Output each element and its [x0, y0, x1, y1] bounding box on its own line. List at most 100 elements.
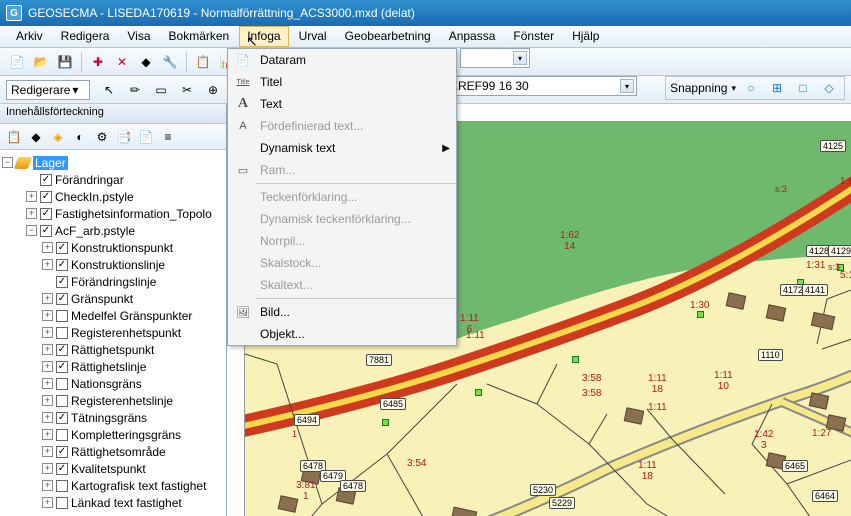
- edit-tool-icon[interactable]: ✏: [124, 79, 146, 101]
- layer-checkbox[interactable]: [56, 446, 68, 458]
- menu-item[interactable]: AText: [228, 93, 456, 115]
- menu-fönster[interactable]: Fönster: [505, 26, 562, 47]
- scale-combo[interactable]: ▾: [460, 48, 530, 68]
- tree-item[interactable]: +Konstruktionslinje: [2, 256, 224, 273]
- expand-icon[interactable]: +: [26, 208, 37, 219]
- edit-tool-icon[interactable]: ⊕: [202, 79, 224, 101]
- menu-bokmärken[interactable]: Bokmärken: [161, 26, 238, 47]
- menu-arkiv[interactable]: Arkiv: [8, 26, 51, 47]
- layer-checkbox[interactable]: [56, 497, 68, 509]
- tool-icon[interactable]: 🔧: [159, 51, 181, 73]
- menu-anpassa[interactable]: Anpassa: [441, 26, 504, 47]
- tree-item[interactable]: +Gränspunkt: [2, 290, 224, 307]
- tree-item[interactable]: +Rättighetsområde: [2, 443, 224, 460]
- editor-dropdown[interactable]: Redigerare ▾: [6, 80, 90, 100]
- layer-checkbox[interactable]: [56, 412, 68, 424]
- tree-item[interactable]: Förändringslinje: [2, 273, 224, 290]
- layer-checkbox[interactable]: [56, 344, 68, 356]
- tool-icon[interactable]: ✚: [87, 51, 109, 73]
- expand-icon[interactable]: +: [42, 242, 53, 253]
- menu-visa[interactable]: Visa: [119, 26, 158, 47]
- menu-item[interactable]: TitleTitel: [228, 71, 456, 93]
- layer-checkbox[interactable]: [56, 361, 68, 373]
- menu-redigera[interactable]: Redigera: [53, 26, 118, 47]
- layer-checkbox[interactable]: [40, 225, 52, 237]
- snap-point-icon[interactable]: ○: [740, 77, 762, 99]
- snap-vertex-icon[interactable]: ◇: [818, 77, 840, 99]
- edit-tool-icon[interactable]: ▭: [150, 79, 172, 101]
- list-by-source-icon[interactable]: ◆: [26, 127, 46, 147]
- list-by-drawing-icon[interactable]: 📋: [4, 127, 24, 147]
- layer-tree[interactable]: −LagerFörändringar+CheckIn.pstyle+Fastig…: [0, 150, 226, 516]
- tree-item[interactable]: −AcF_arb.pstyle: [2, 222, 224, 239]
- expand-icon[interactable]: +: [42, 412, 53, 423]
- expand-icon[interactable]: +: [42, 378, 53, 389]
- tree-item[interactable]: +Medelfel Gränspunkter: [2, 307, 224, 324]
- layer-checkbox[interactable]: [56, 378, 68, 390]
- open-icon[interactable]: 📂: [30, 51, 52, 73]
- tree-item[interactable]: +Kompletteringsgräns: [2, 426, 224, 443]
- tree-item[interactable]: +Rättighetspunkt: [2, 341, 224, 358]
- layer-checkbox[interactable]: [56, 429, 68, 441]
- list-by-selection-icon[interactable]: ◐: [70, 127, 90, 147]
- tree-item[interactable]: +Fastighetsinformation_Topolo: [2, 205, 224, 222]
- tree-item[interactable]: +CheckIn.pstyle: [2, 188, 224, 205]
- layer-checkbox[interactable]: [40, 174, 52, 186]
- edit-tool-icon[interactable]: ✂: [176, 79, 198, 101]
- snap-grid-icon[interactable]: ⊞: [766, 77, 788, 99]
- tree-item[interactable]: Förändringar: [2, 171, 224, 188]
- layer-checkbox[interactable]: [56, 293, 68, 305]
- list-by-visibility-icon[interactable]: ◈: [48, 127, 68, 147]
- toc-btn-icon[interactable]: ≡: [158, 127, 178, 147]
- expand-icon[interactable]: +: [42, 344, 53, 355]
- layer-checkbox[interactable]: [56, 480, 68, 492]
- menu-hjälp[interactable]: Hjälp: [564, 26, 607, 47]
- expand-icon[interactable]: +: [42, 463, 53, 474]
- expand-icon[interactable]: +: [42, 327, 53, 338]
- layer-checkbox[interactable]: [40, 208, 52, 220]
- menu-item[interactable]: 📄Dataram: [228, 49, 456, 71]
- menu-item[interactable]: Dynamisk text▶: [228, 137, 456, 159]
- save-icon[interactable]: 💾: [54, 51, 76, 73]
- tree-root[interactable]: −Lager: [2, 154, 224, 171]
- collapse-icon[interactable]: −: [26, 225, 37, 236]
- expand-icon[interactable]: +: [42, 310, 53, 321]
- tree-item[interactable]: +Tätningsgräns: [2, 409, 224, 426]
- menu-geobearbetning[interactable]: Geobearbetning: [337, 26, 439, 47]
- tree-item[interactable]: +Nationsgräns: [2, 375, 224, 392]
- layer-checkbox[interactable]: [56, 259, 68, 271]
- expand-icon[interactable]: +: [42, 446, 53, 457]
- expand-icon[interactable]: +: [42, 293, 53, 304]
- toc-btn-icon[interactable]: 📑: [114, 127, 134, 147]
- layer-checkbox[interactable]: [56, 242, 68, 254]
- expand-icon[interactable]: +: [42, 395, 53, 406]
- toc-btn-icon[interactable]: 📄: [136, 127, 156, 147]
- snap-edge-icon[interactable]: □: [792, 77, 814, 99]
- tree-item[interactable]: +Kvalitetspunkt: [2, 460, 224, 477]
- new-icon[interactable]: 📄: [6, 51, 28, 73]
- tree-item[interactable]: +Länkad text fastighet: [2, 494, 224, 511]
- tool-icon[interactable]: ✕: [111, 51, 133, 73]
- tree-item[interactable]: +Konstruktionspunkt: [2, 239, 224, 256]
- tree-item[interactable]: +Registerenhetspunkt: [2, 324, 224, 341]
- tree-item[interactable]: +Kartografisk text fastighet: [2, 477, 224, 494]
- expand-icon[interactable]: +: [42, 497, 53, 508]
- expand-icon[interactable]: +: [42, 259, 53, 270]
- layer-checkbox[interactable]: [56, 395, 68, 407]
- expand-icon[interactable]: +: [26, 191, 37, 202]
- menu-item[interactable]: Objekt...: [228, 323, 456, 345]
- expand-icon[interactable]: +: [42, 480, 53, 491]
- toc-options-icon[interactable]: ⚙: [92, 127, 112, 147]
- layer-checkbox[interactable]: [56, 310, 68, 322]
- crs-combo[interactable]: VEREF99 16 30 ▾: [437, 76, 637, 96]
- expand-icon[interactable]: +: [42, 429, 53, 440]
- tree-item[interactable]: +Rättighetslinje: [2, 358, 224, 375]
- layer-checkbox[interactable]: [56, 463, 68, 475]
- menu-infoga[interactable]: Infoga: [239, 26, 288, 47]
- edit-tool-icon[interactable]: ↖: [98, 79, 120, 101]
- layer-checkbox[interactable]: [56, 327, 68, 339]
- add-layer-icon[interactable]: ◆: [135, 51, 157, 73]
- snapping-label[interactable]: Snappning: [670, 81, 727, 95]
- layer-checkbox[interactable]: [56, 276, 68, 288]
- layer-checkbox[interactable]: [40, 191, 52, 203]
